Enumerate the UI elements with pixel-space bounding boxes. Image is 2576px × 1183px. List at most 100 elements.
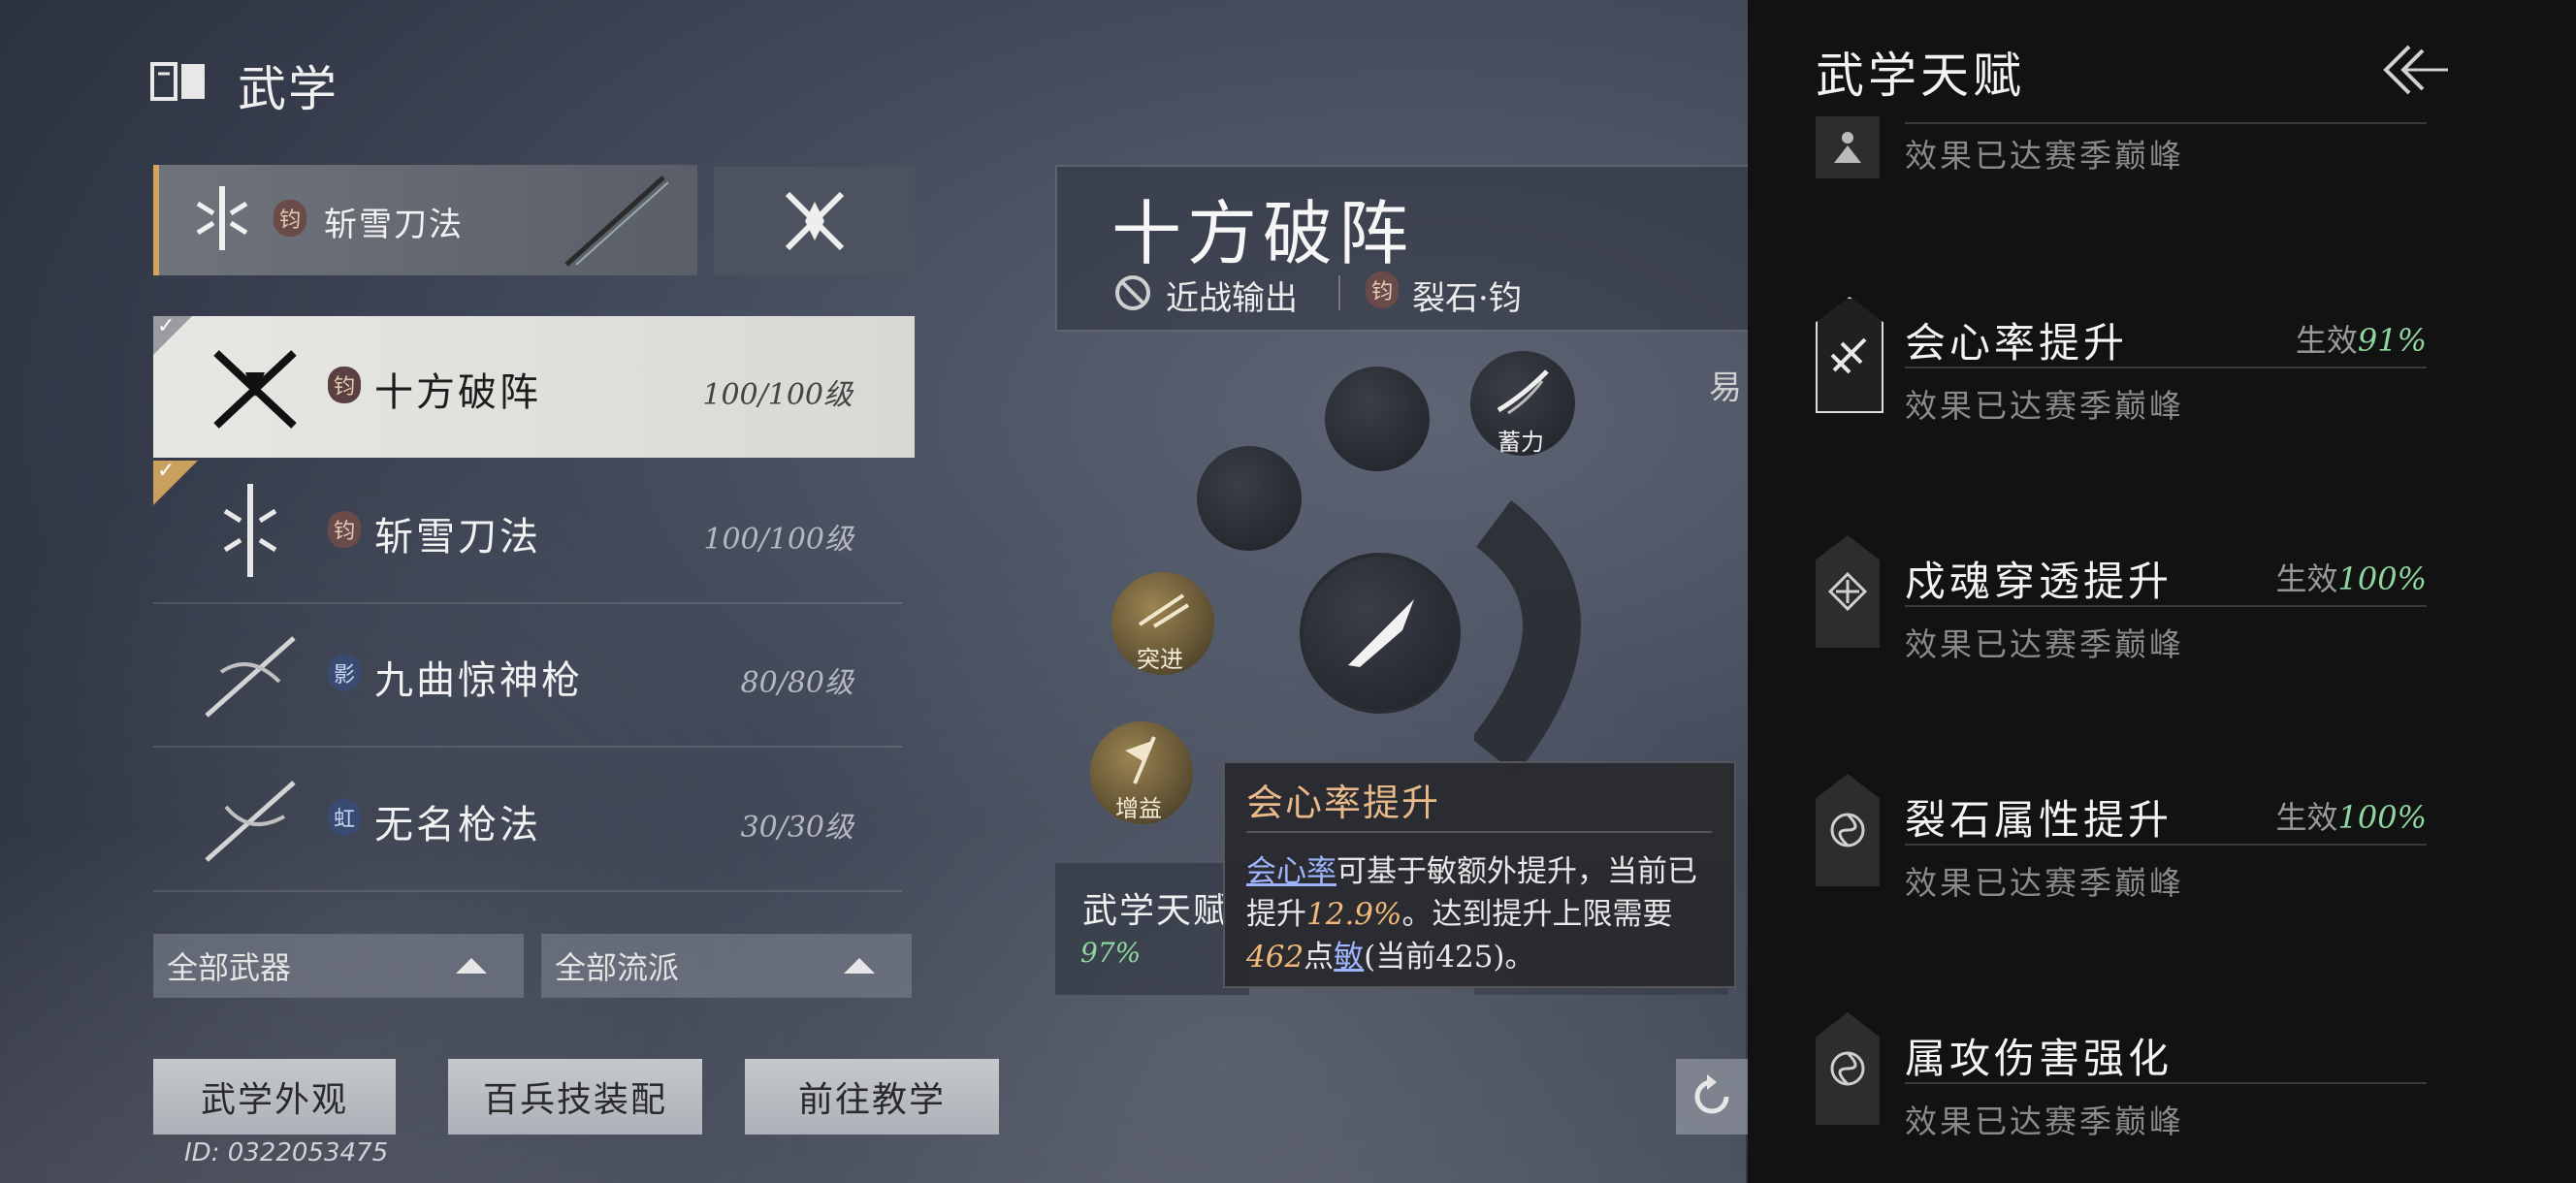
talent-box[interactable]: 武学天赋 97% <box>1055 863 1249 995</box>
node-label: 蓄力 <box>1497 429 1544 456</box>
crossed-weapons-icon <box>785 191 845 251</box>
spear-icon <box>205 781 296 862</box>
tooltip: 会心率提升 会心率可基于敏额外提升，当前已提升12.9%。达到提升上限需要462… <box>1223 761 1736 988</box>
book-icon <box>150 62 205 101</box>
skill-node-main[interactable] <box>1300 553 1461 714</box>
skill-node-dash[interactable]: 突进 <box>1111 572 1214 675</box>
talent-divider <box>1905 605 2427 607</box>
talent-name: 会心率提升 <box>1905 319 2129 367</box>
talent-item[interactable]: 效果已达赛季巅峰 <box>1816 116 2427 182</box>
check-icon: ✓ <box>157 459 176 483</box>
appearance-button[interactable]: 武学外观 <box>153 1059 396 1135</box>
wheel-arc <box>1474 500 1581 775</box>
weapon-name: 斩雪刀法 <box>324 206 464 244</box>
tooltip-link[interactable]: 会心率 <box>1246 854 1336 889</box>
skill-node-empty[interactable] <box>1197 446 1302 551</box>
spear-icon <box>205 636 296 718</box>
figure-icon <box>1834 132 1861 163</box>
weapon-slot-primary[interactable]: 钧 斩雪刀法 <box>153 165 697 275</box>
weapon-slot-secondary[interactable] <box>714 167 915 275</box>
talent-item[interactable]: 属攻伤害强化 效果已达赛季巅峰 <box>1816 1012 2427 1142</box>
skill-tag: 钧 <box>1366 272 1399 308</box>
effect-label: 生效 <box>2275 799 2338 836</box>
talent-desc: 效果已达赛季巅峰 <box>1905 1103 2184 1140</box>
talent-divider <box>1905 844 2427 846</box>
skill-title: 十方破阵 <box>1111 193 1415 274</box>
user-id: ID: 0322053475 <box>184 1138 389 1167</box>
effect-pct: 100% <box>2337 560 2427 597</box>
skill-list-item[interactable]: 影 九曲惊神枪 80/80级 <box>153 604 902 748</box>
blade-icon <box>564 176 669 267</box>
weapon-tag: 钧 <box>274 200 306 237</box>
tooltip-need: 462 <box>1246 940 1304 975</box>
back-arrow-icon[interactable] <box>2380 43 2450 97</box>
slash-icon <box>1497 369 1549 415</box>
tooltip-body: 会心率可基于敏额外提升，当前已提升12.9%。达到提升上限需要462点敏(当前4… <box>1246 850 1712 978</box>
tooltip-text: 。达到提升上限需要 <box>1401 897 1673 932</box>
talent-divider <box>1905 367 2427 368</box>
talent-desc: 效果已达赛季巅峰 <box>1905 864 2184 902</box>
tooltip-divider <box>1246 831 1712 833</box>
dash-icon <box>1138 593 1190 628</box>
weapon-filter-label: 全部武器 <box>167 949 292 986</box>
skill-icon <box>213 350 297 429</box>
skill-tag: 影 <box>328 655 361 691</box>
talent-item[interactable]: 会心率提升 生效91% 效果已达赛季巅峰 <box>1816 297 2427 427</box>
blade-strike-icon <box>1348 599 1414 667</box>
refresh-icon <box>1694 1074 1729 1114</box>
skill-name: 无名枪法 <box>374 803 541 847</box>
talent-desc: 效果已达赛季巅峰 <box>1905 625 2184 663</box>
effect-pct: 91% <box>2357 322 2427 359</box>
talent-icon <box>1816 297 1884 413</box>
skill-role: 近战输出 <box>1166 279 1298 318</box>
skill-level: 100/100级 <box>702 378 853 412</box>
skill-tag: 钧 <box>328 367 361 403</box>
skill-level: 30/30级 <box>740 811 853 845</box>
talent-name: 属攻伤害强化 <box>1905 1035 2174 1082</box>
talent-effect: 生效91% <box>2296 316 2427 361</box>
tooltip-pct: 12.9% <box>1306 897 1402 932</box>
weapon-icon <box>196 186 248 250</box>
skill-list-item[interactable]: ✓ 钧 十方破阵 100/100级 <box>153 314 915 458</box>
effect-pct: 100% <box>2337 799 2427 836</box>
school-filter-label: 全部流派 <box>555 949 680 986</box>
flag-icon <box>1125 736 1156 784</box>
skill-name: 九曲惊神枪 <box>374 658 583 703</box>
skill-level: 100/100级 <box>703 523 853 557</box>
loadout-button[interactable]: 百兵技装配 <box>448 1059 702 1135</box>
talent-icon <box>1816 1012 1880 1125</box>
effect-label: 生效 <box>2295 322 2358 359</box>
skill-icon <box>223 484 277 577</box>
dropdown-arrow-icon <box>456 958 487 974</box>
talent-item[interactable]: 戍魂穿透提升 生效100% 效果已达赛季巅峰 <box>1816 535 2427 665</box>
refresh-button[interactable] <box>1676 1059 1748 1135</box>
talent-box-value: 97% <box>1080 937 1142 969</box>
talent-box-label: 武学天赋 <box>1082 891 1231 931</box>
talent-desc: 效果已达赛季巅峰 <box>1905 387 2184 425</box>
swirl-icon <box>1830 813 1865 847</box>
pierce-icon <box>1827 571 1868 612</box>
tutorial-button[interactable]: 前往教学 <box>745 1059 999 1135</box>
dropdown-arrow-icon <box>844 958 875 974</box>
talent-icon <box>1816 535 1880 648</box>
skill-name: 十方破阵 <box>374 370 541 415</box>
skill-node-empty[interactable] <box>1325 367 1430 471</box>
skill-list-item[interactable]: ✓ 钧 斩雪刀法 100/100级 <box>153 459 902 604</box>
talent-name: 戍魂穿透提升 <box>1905 558 2174 605</box>
skill-list-item[interactable]: 虹 无名枪法 30/30级 <box>153 749 902 892</box>
skill-tag: 虹 <box>328 799 361 836</box>
tooltip-text: 点 <box>1304 940 1335 975</box>
swirl-icon <box>1830 1051 1865 1086</box>
melee-icon <box>1115 275 1150 310</box>
panel-title: 武学天赋 <box>1816 48 2025 104</box>
talent-item[interactable]: 裂石属性提升 生效100% 效果已达赛季巅峰 <box>1816 774 2427 904</box>
weapon-filter-dropdown[interactable]: 全部武器 <box>153 934 524 998</box>
tooltip-title: 会心率提升 <box>1246 782 1441 824</box>
skill-node-buff[interactable]: 增益 <box>1090 721 1193 824</box>
tooltip-link[interactable]: 敏 <box>1334 940 1364 975</box>
skill-node-charge[interactable]: 蓄力 <box>1470 351 1575 456</box>
page-title: 武学 <box>238 61 338 117</box>
school-filter-dropdown[interactable]: 全部流派 <box>541 934 912 998</box>
crit-icon <box>1830 337 1867 374</box>
skill-header-panel: 十方破阵 近战输出 钧 裂石·钧 <box>1055 165 1757 332</box>
